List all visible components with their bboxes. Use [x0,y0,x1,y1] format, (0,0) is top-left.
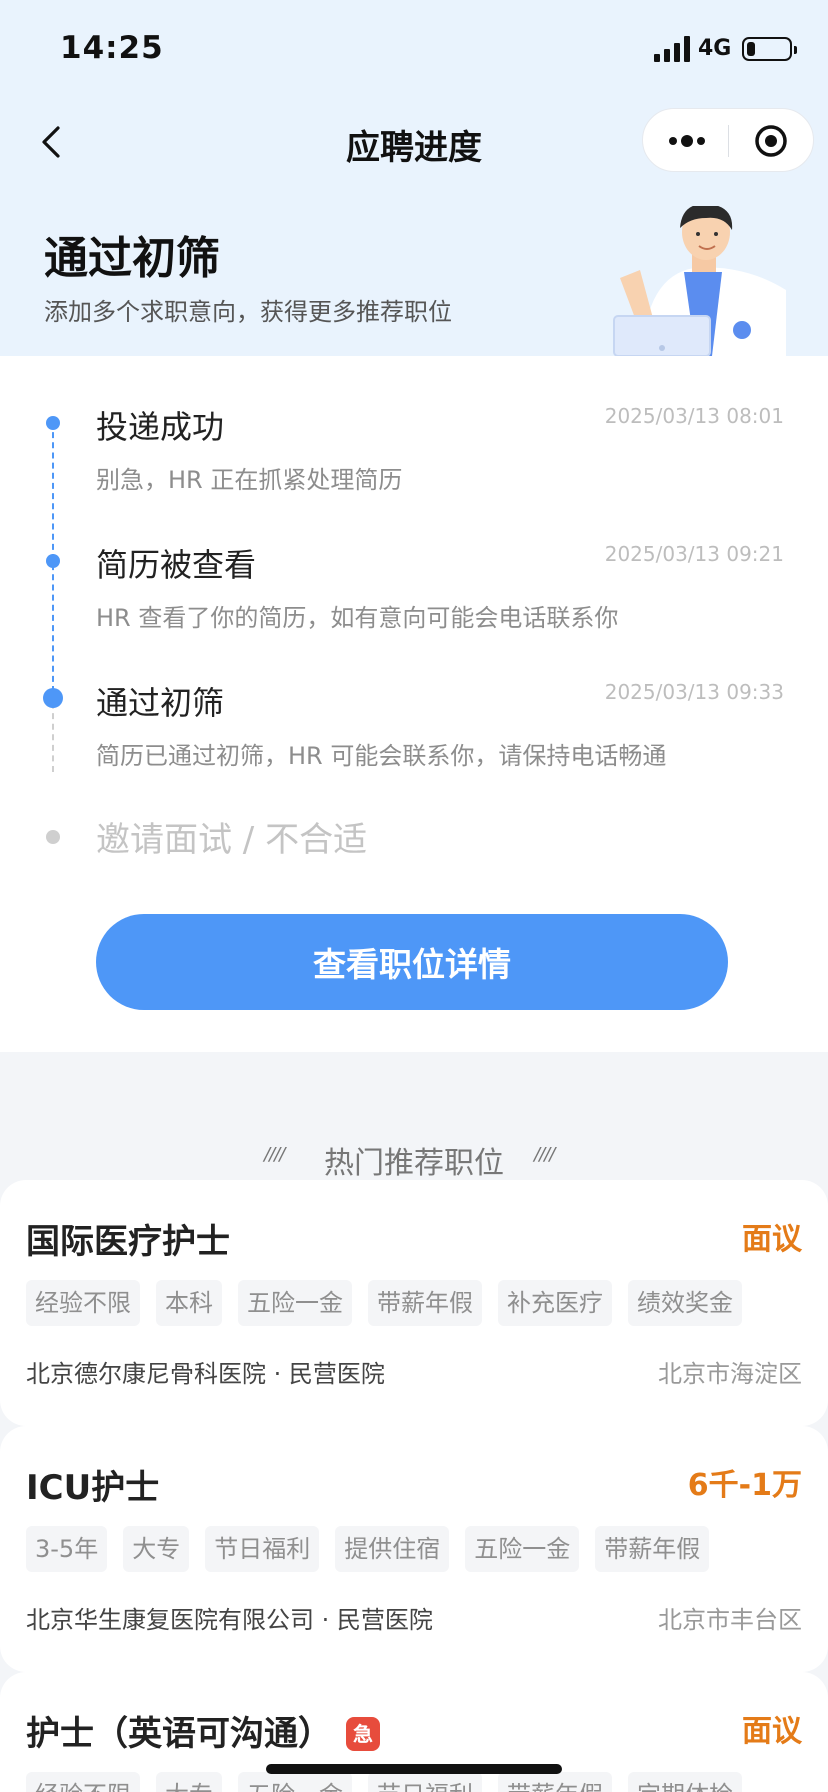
timeline-dot-current [43,688,63,708]
navigation-bar: 应聘进度 [0,100,828,180]
decor-slashes: //// [534,1144,555,1165]
job-card[interactable]: 护士（英语可沟通） 急 面议 经验不限 大专 五险一金 节日福利 带薪年假 定期体… [0,1672,828,1792]
job-tag: 提供住宿 [335,1526,450,1572]
job-tag: 带薪年假 [368,1280,482,1326]
urgent-badge: 急 [346,1717,380,1751]
view-job-details-button[interactable]: 查看职位详情 [96,914,728,1010]
status-bar: 14:25 4G [0,0,828,100]
job-tag: 节日福利 [205,1526,320,1572]
job-tags: 经验不限 大专 五险一金 节日福利 带薪年假 定期体检 [26,1772,742,1792]
job-title: 护士（英语可沟通） 急 [26,1706,380,1755]
job-title-text: 护士（英语可沟通） [26,1714,332,1754]
miniprogram-capsule [642,108,814,172]
job-tag: 经验不限 [26,1280,140,1326]
job-company: 北京华生康复医院有限公司 · 民营医院 [26,1606,433,1634]
step-title: 简历被查看 [96,546,257,584]
job-card[interactable]: ICU护士 6千-1万 3-5年 大专 节日福利 提供住宿 五险一金 带薪年假 … [0,1426,828,1672]
job-tag: 带薪年假 [498,1772,612,1792]
timeline-dot [46,416,60,430]
job-tag: 五险一金 [238,1772,352,1792]
job-tag: 本科 [156,1280,222,1326]
job-tag: 绩效奖金 [628,1280,742,1326]
job-card[interactable]: 国际医疗护士 面议 经验不限 本科 五险一金 带薪年假 补充医疗 绩效奖金 北京… [0,1180,828,1426]
step-desc: 简历已通过初筛，HR 可能会联系你，请保持电话畅通 [96,742,667,770]
step-desc: 别急，HR 正在抓紧处理简历 [96,466,403,494]
job-tag: 3-5年 [26,1526,108,1572]
battery-icon [742,37,797,61]
job-location: 北京市丰台区 [658,1606,802,1634]
job-tag: 大专 [123,1526,190,1572]
job-title: ICU护士 [26,1468,160,1508]
step-title: 投递成功 [96,408,225,446]
recommend-section-header: //// 热门推荐职位 //// [0,1130,828,1186]
step-pending: 邀请面试 / 不合适 [96,820,368,860]
job-title: 国际医疗护士 [26,1222,230,1262]
job-tag: 定期体检 [628,1772,742,1792]
job-company: 北京德尔康尼骨科医院 · 民营医院 [26,1360,385,1388]
job-salary: 面议 [742,1222,802,1257]
job-location: 北京市海淀区 [658,1360,802,1388]
job-tag: 补充医疗 [498,1280,612,1326]
step-time: 2025/03/13 09:21 [604,542,784,566]
job-tag: 大专 [156,1772,222,1792]
more-icon[interactable] [663,125,713,157]
application-progress-card: 投递成功 2025/03/13 08:01 别急，HR 正在抓紧处理简历 简历被… [0,356,828,1052]
job-tags: 3-5年 大专 节日福利 提供住宿 五险一金 带薪年假 [26,1526,710,1572]
job-salary: 6千-1万 [687,1468,802,1503]
step-desc: HR 查看了你的简历，如有意向可能会电话联系你 [96,604,619,632]
step-time: 2025/03/13 09:33 [604,680,784,704]
job-tags: 经验不限 本科 五险一金 带薪年假 补充医疗 绩效奖金 [26,1280,742,1326]
job-tag: 五险一金 [465,1526,580,1572]
job-tag: 经验不限 [26,1772,140,1792]
close-target-icon[interactable] [753,123,789,159]
network-type: 4G [698,36,732,61]
timeline-dot-pending [46,830,60,844]
recommend-title: 热门推荐职位 [324,1146,504,1181]
step-time: 2025/03/13 08:01 [604,404,784,428]
job-tag: 带薪年假 [595,1526,710,1572]
status-subtitle: 添加多个求职意向，获得更多推荐职位 [44,298,452,326]
battery-level [747,42,755,56]
job-tag: 节日福利 [368,1772,482,1792]
step-title: 通过初筛 [96,684,225,722]
job-salary: 面议 [742,1714,802,1749]
capsule-divider [728,125,729,157]
doctor-illustration [613,206,786,356]
status-time: 14:25 [60,30,164,66]
job-tag: 五险一金 [238,1280,352,1326]
hero-banner: 14:25 4G 应聘进度 通过初筛 添加多个求职意向，获得更多推荐职位 [0,0,828,356]
home-indicator [266,1764,562,1774]
status-title: 通过初筛 [44,233,220,284]
signal-icon [654,36,690,62]
timeline-dot [46,554,60,568]
